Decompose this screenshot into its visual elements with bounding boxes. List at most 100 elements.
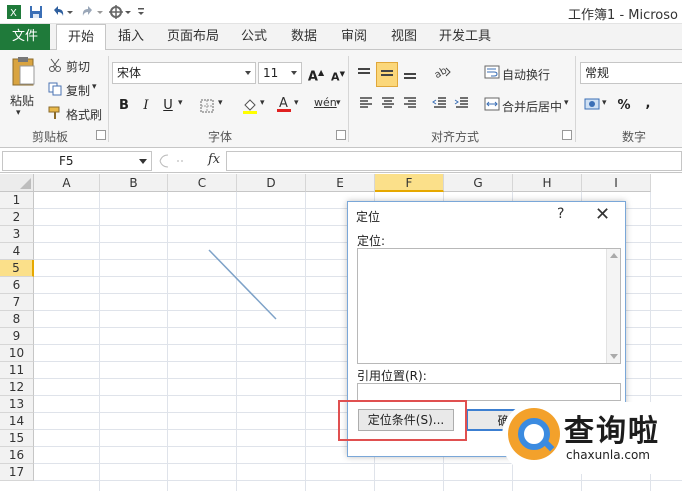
- window-title: 工作簿1 - Microso: [568, 8, 678, 23]
- paste-button[interactable]: 粘贴: [10, 92, 34, 109]
- redo-icon[interactable]: [80, 4, 96, 20]
- ribbon: 粘贴 ▾ 剪切 复制 ▾ 格式刷 剪贴板 宋体 11 A▲ A▼ B I U ▾…: [0, 50, 682, 148]
- scroll-up-icon[interactable]: [610, 253, 618, 258]
- percent-button[interactable]: %: [614, 96, 634, 116]
- tab-formulas[interactable]: 公式: [232, 24, 276, 50]
- paste-dropdown-icon[interactable]: ▾: [16, 108, 21, 118]
- goto-list-scrollbar[interactable]: [606, 249, 620, 363]
- phonetic-dropdown-icon[interactable]: ▾: [336, 98, 341, 108]
- formula-bar-divider-icon: [158, 153, 198, 172]
- wrap-text-button[interactable]: 自动换行: [502, 66, 550, 83]
- accounting-dropdown-icon[interactable]: ▾: [602, 98, 607, 108]
- close-icon[interactable]: ✕: [595, 204, 610, 225]
- border-dropdown-icon[interactable]: ▾: [218, 98, 223, 108]
- align-bottom-icon[interactable]: [402, 66, 418, 83]
- font-color-icon[interactable]: A: [276, 95, 292, 116]
- tab-file[interactable]: 文件: [0, 24, 50, 50]
- watermark-url-text: chaxunla.com: [566, 448, 650, 462]
- underline-dropdown-icon[interactable]: ▾: [178, 98, 183, 108]
- dialog-title: 定位: [356, 210, 381, 224]
- undo-icon[interactable]: [50, 4, 66, 20]
- alignment-group-label: 对齐方式: [430, 130, 479, 144]
- font-color-dropdown-icon[interactable]: ▾: [294, 98, 299, 108]
- border-icon[interactable]: [200, 99, 214, 116]
- align-center-icon[interactable]: [380, 96, 396, 113]
- tab-developer[interactable]: 开发工具: [432, 24, 498, 50]
- name-box-value: F5: [59, 154, 74, 168]
- italic-button[interactable]: I: [136, 96, 156, 116]
- fill-color-dropdown-icon[interactable]: ▾: [260, 98, 265, 108]
- font-name-select[interactable]: 宋体: [112, 62, 256, 84]
- formula-input[interactable]: [226, 151, 682, 171]
- title-bar: X 工作簿1 - Microso: [0, 0, 682, 24]
- copy-dropdown-icon[interactable]: ▾: [92, 82, 97, 92]
- accounting-format-icon[interactable]: [584, 96, 602, 115]
- shrink-font-icon: A: [331, 70, 340, 84]
- clipboard-group-label: 剪贴板: [31, 130, 68, 144]
- underline-button[interactable]: U: [158, 96, 178, 116]
- format-painter-icon[interactable]: [48, 106, 62, 123]
- redo-dropdown-icon[interactable]: [96, 4, 104, 20]
- cut-icon[interactable]: [48, 58, 62, 75]
- chevron-down-icon: [245, 71, 251, 75]
- paste-icon[interactable]: [10, 56, 36, 91]
- copy-button[interactable]: 复制: [66, 82, 90, 99]
- chevron-down-icon: [291, 71, 297, 75]
- help-icon[interactable]: ?: [557, 206, 564, 222]
- svg-text:A: A: [279, 96, 288, 111]
- quick-access-dropdown-icon[interactable]: [124, 4, 132, 20]
- insert-function-button[interactable]: fx: [208, 152, 220, 167]
- fill-color-icon[interactable]: [242, 97, 258, 118]
- alignment-launcher-icon[interactable]: [562, 130, 572, 140]
- merge-center-icon[interactable]: [484, 96, 500, 115]
- reference-input[interactable]: [357, 383, 621, 401]
- bold-button[interactable]: B: [114, 96, 134, 116]
- grow-font-button[interactable]: A▲: [306, 63, 326, 84]
- watermark-q-tail: [541, 438, 555, 452]
- align-middle-icon[interactable]: [376, 62, 398, 87]
- font-launcher-icon[interactable]: [336, 130, 346, 140]
- increase-indent-icon[interactable]: [454, 96, 470, 113]
- scroll-down-icon[interactable]: [610, 354, 618, 359]
- decrease-indent-icon[interactable]: [432, 96, 448, 113]
- tab-page-layout[interactable]: 页面布局: [160, 24, 226, 50]
- tab-data[interactable]: 数据: [282, 24, 326, 50]
- tab-review[interactable]: 审阅: [332, 24, 376, 50]
- tab-view[interactable]: 视图: [382, 24, 426, 50]
- group-separator: [348, 56, 349, 142]
- name-box[interactable]: F5: [2, 151, 152, 171]
- wrap-text-icon[interactable]: [484, 64, 500, 83]
- reference-label: 引用位置(R):: [357, 369, 427, 383]
- undo-dropdown-icon[interactable]: [66, 4, 74, 20]
- align-right-icon[interactable]: [402, 96, 418, 113]
- font-size-value: 11: [263, 66, 279, 80]
- save-icon[interactable]: [28, 4, 44, 20]
- merge-dropdown-icon[interactable]: ▾: [564, 98, 569, 108]
- align-left-icon[interactable]: [358, 96, 374, 113]
- comma-button[interactable]: ,: [638, 94, 658, 114]
- tab-home[interactable]: 开始: [56, 24, 106, 51]
- font-group-label: 字体: [207, 130, 232, 144]
- goto-list[interactable]: [357, 248, 621, 364]
- merge-center-button[interactable]: 合并后居中: [502, 98, 562, 115]
- customize-icon[interactable]: [108, 4, 124, 20]
- cut-button[interactable]: 剪切: [66, 58, 90, 75]
- watermark-q-icon: [508, 408, 560, 460]
- copy-icon[interactable]: [48, 82, 62, 99]
- number-format-value: 常规: [585, 66, 610, 80]
- toolbar-more-icon[interactable]: [136, 4, 146, 20]
- phonetic-button[interactable]: wén: [314, 96, 337, 109]
- svg-text:X: X: [10, 8, 17, 19]
- svg-text:ab: ab: [433, 65, 449, 80]
- ribbon-tab-bar: 文件 开始 插入 页面布局 公式 数据 审阅 视图 开发工具: [0, 24, 682, 51]
- shrink-font-button[interactable]: A▼: [328, 64, 348, 84]
- clipboard-launcher-icon[interactable]: [96, 130, 106, 140]
- format-painter-button[interactable]: 格式刷: [66, 106, 102, 123]
- formula-bar: F5 fx: [0, 149, 682, 173]
- text-orientation-icon[interactable]: ab: [432, 64, 452, 83]
- tab-insert[interactable]: 插入: [108, 24, 154, 50]
- align-top-icon[interactable]: [356, 66, 372, 83]
- number-format-select[interactable]: 常规: [580, 62, 682, 84]
- watermark-chinese-text: 查询啦: [564, 414, 660, 449]
- font-size-select[interactable]: 11: [258, 62, 302, 84]
